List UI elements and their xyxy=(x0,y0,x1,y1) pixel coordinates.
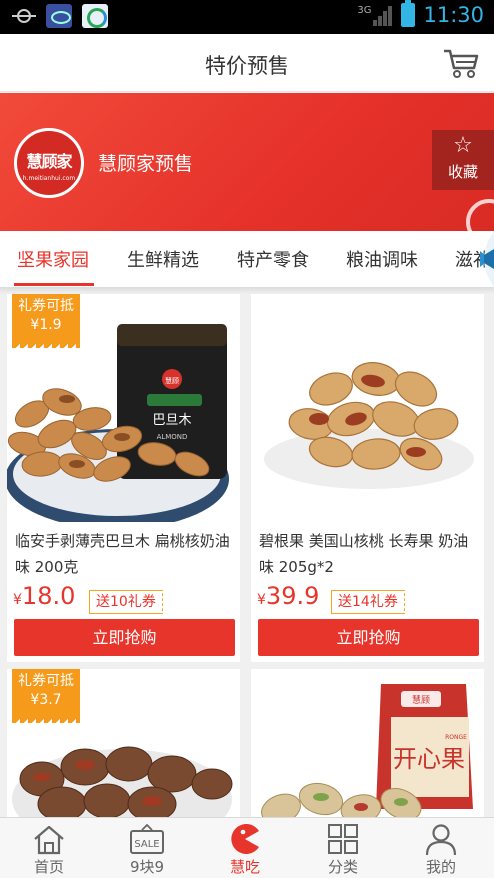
battery-icon xyxy=(401,0,416,27)
browser-app-icon xyxy=(82,4,108,28)
tab-fresh[interactable]: 生鲜精选 xyxy=(127,246,199,272)
coupon-badge-value: ¥3.7 xyxy=(30,692,62,708)
favorite-button[interactable]: ☆ 收藏 xyxy=(432,130,494,190)
star-icon: ☆ xyxy=(453,133,473,158)
category-tabs: 坚果家园 生鲜精选 特产零食 粮油调味 滋补 xyxy=(0,231,494,287)
nav-category-label: 分类 xyxy=(327,858,358,876)
store-banner: 慧顾家 h.meitianhui.com 慧顾家预售 ☆ 收藏 xyxy=(0,93,494,231)
product-name[interactable]: 碧根果 美国山核桃 长寿果 奶油味 205g*2 xyxy=(259,528,479,580)
price-value: 39.9 xyxy=(265,582,320,610)
signal-icon xyxy=(373,4,393,26)
store-name: 慧顾家预售 xyxy=(98,153,194,175)
buy-now-button[interactable]: 立即抢购 xyxy=(258,619,479,656)
coupon-badge-title: 礼券可抵 xyxy=(18,673,74,689)
nav-category[interactable]: 分类 xyxy=(294,818,392,878)
coupon-badge-value: ¥1.9 xyxy=(30,317,62,333)
sale-icon-text: SALE xyxy=(134,839,159,850)
currency-symbol: ¥ xyxy=(257,592,266,608)
currency-symbol: ¥ xyxy=(13,592,22,608)
product-card[interactable]: 礼券可抵 ¥3.7 xyxy=(7,669,240,817)
product-name[interactable]: 临安手剥薄壳巴旦木 扁桃核奶油味 200克 xyxy=(15,528,235,580)
nav-home[interactable]: 首页 xyxy=(0,818,98,878)
gps-icon xyxy=(12,4,36,28)
jar-brand: 慧顾 xyxy=(165,376,179,385)
product-price: ¥18.0 xyxy=(13,582,75,610)
gift-coupon-tag: 送14礼券 xyxy=(331,590,409,614)
buy-now-button[interactable]: 立即抢购 xyxy=(14,619,235,656)
nav-mine[interactable]: 我的 xyxy=(392,818,490,878)
bag-label: 开心果 xyxy=(393,745,465,773)
product-card[interactable]: 巴旦木 ALMOND 慧顾 礼券可抵 ¥1.9 临安手剥薄壳巴旦木 扁桃核奶油味… xyxy=(7,294,240,662)
pistachio-product-image: 慧顾 开心果 RONGE xyxy=(251,669,484,817)
network-type: 3G xyxy=(357,4,372,16)
nav-sale-label: 9块9 xyxy=(129,858,165,876)
tabs-shadow xyxy=(0,287,494,294)
bag-side-text: RONGE xyxy=(445,734,467,741)
store-logo-text: 慧顾家 xyxy=(26,152,72,171)
pacman-icon xyxy=(231,824,259,854)
bottom-nav: 首页 SALE 9块9 慧吃 分类 我的 xyxy=(0,817,494,878)
tab-specialty-snacks[interactable]: 特产零食 xyxy=(237,246,309,272)
nav-sale[interactable]: SALE 9块9 xyxy=(98,818,196,878)
favorite-label: 收藏 xyxy=(447,163,478,181)
sale-tag-icon: SALE xyxy=(130,823,164,854)
clock: 11:30 xyxy=(423,3,484,27)
store-logo-url: h.meitianhui.com xyxy=(22,175,76,182)
cart-icon[interactable] xyxy=(442,46,480,80)
product-card[interactable]: 慧顾 开心果 RONGE xyxy=(251,669,484,817)
product-card[interactable]: 碧根果 美国山核桃 长寿果 奶油味 205g*2 ¥39.9 送14礼券 立即抢… xyxy=(251,294,484,662)
status-bar: 3G 11:30 xyxy=(0,0,494,34)
tab-grain-oil[interactable]: 粮油调味 xyxy=(346,246,418,272)
price-value: 18.0 xyxy=(21,582,76,610)
gift-coupon-tag: 送10礼券 xyxy=(89,590,167,614)
user-icon xyxy=(425,824,457,856)
page-title: 特价预售 xyxy=(205,54,289,78)
jar-label: 巴旦木 xyxy=(152,413,191,428)
home-icon xyxy=(34,825,64,855)
nav-eat[interactable]: 慧吃 xyxy=(196,818,294,878)
grid-icon xyxy=(328,824,358,854)
tab-nuts[interactable]: 坚果家园 xyxy=(17,246,89,272)
active-tab-indicator xyxy=(14,283,94,286)
tab-scroll-icon[interactable] xyxy=(464,231,494,287)
bag-brand: 慧顾 xyxy=(412,694,430,706)
title-bar: 特价预售 xyxy=(0,34,494,92)
coupon-badge: 礼券可抵 ¥1.9 xyxy=(12,294,80,348)
pecan-product-image xyxy=(251,294,484,522)
eye-app-icon xyxy=(46,4,72,28)
nav-mine-label: 我的 xyxy=(425,858,456,876)
coupon-badge-title: 礼券可抵 xyxy=(18,298,74,314)
nav-home-label: 首页 xyxy=(33,858,64,876)
decorative-ring xyxy=(466,199,494,231)
store-logo[interactable]: 慧顾家 h.meitianhui.com xyxy=(14,128,84,198)
nav-eat-label: 慧吃 xyxy=(229,858,260,876)
product-price: ¥39.9 xyxy=(257,582,319,610)
coupon-badge: 礼券可抵 ¥3.7 xyxy=(12,669,80,723)
jar-en-label: ALMOND xyxy=(157,433,188,441)
